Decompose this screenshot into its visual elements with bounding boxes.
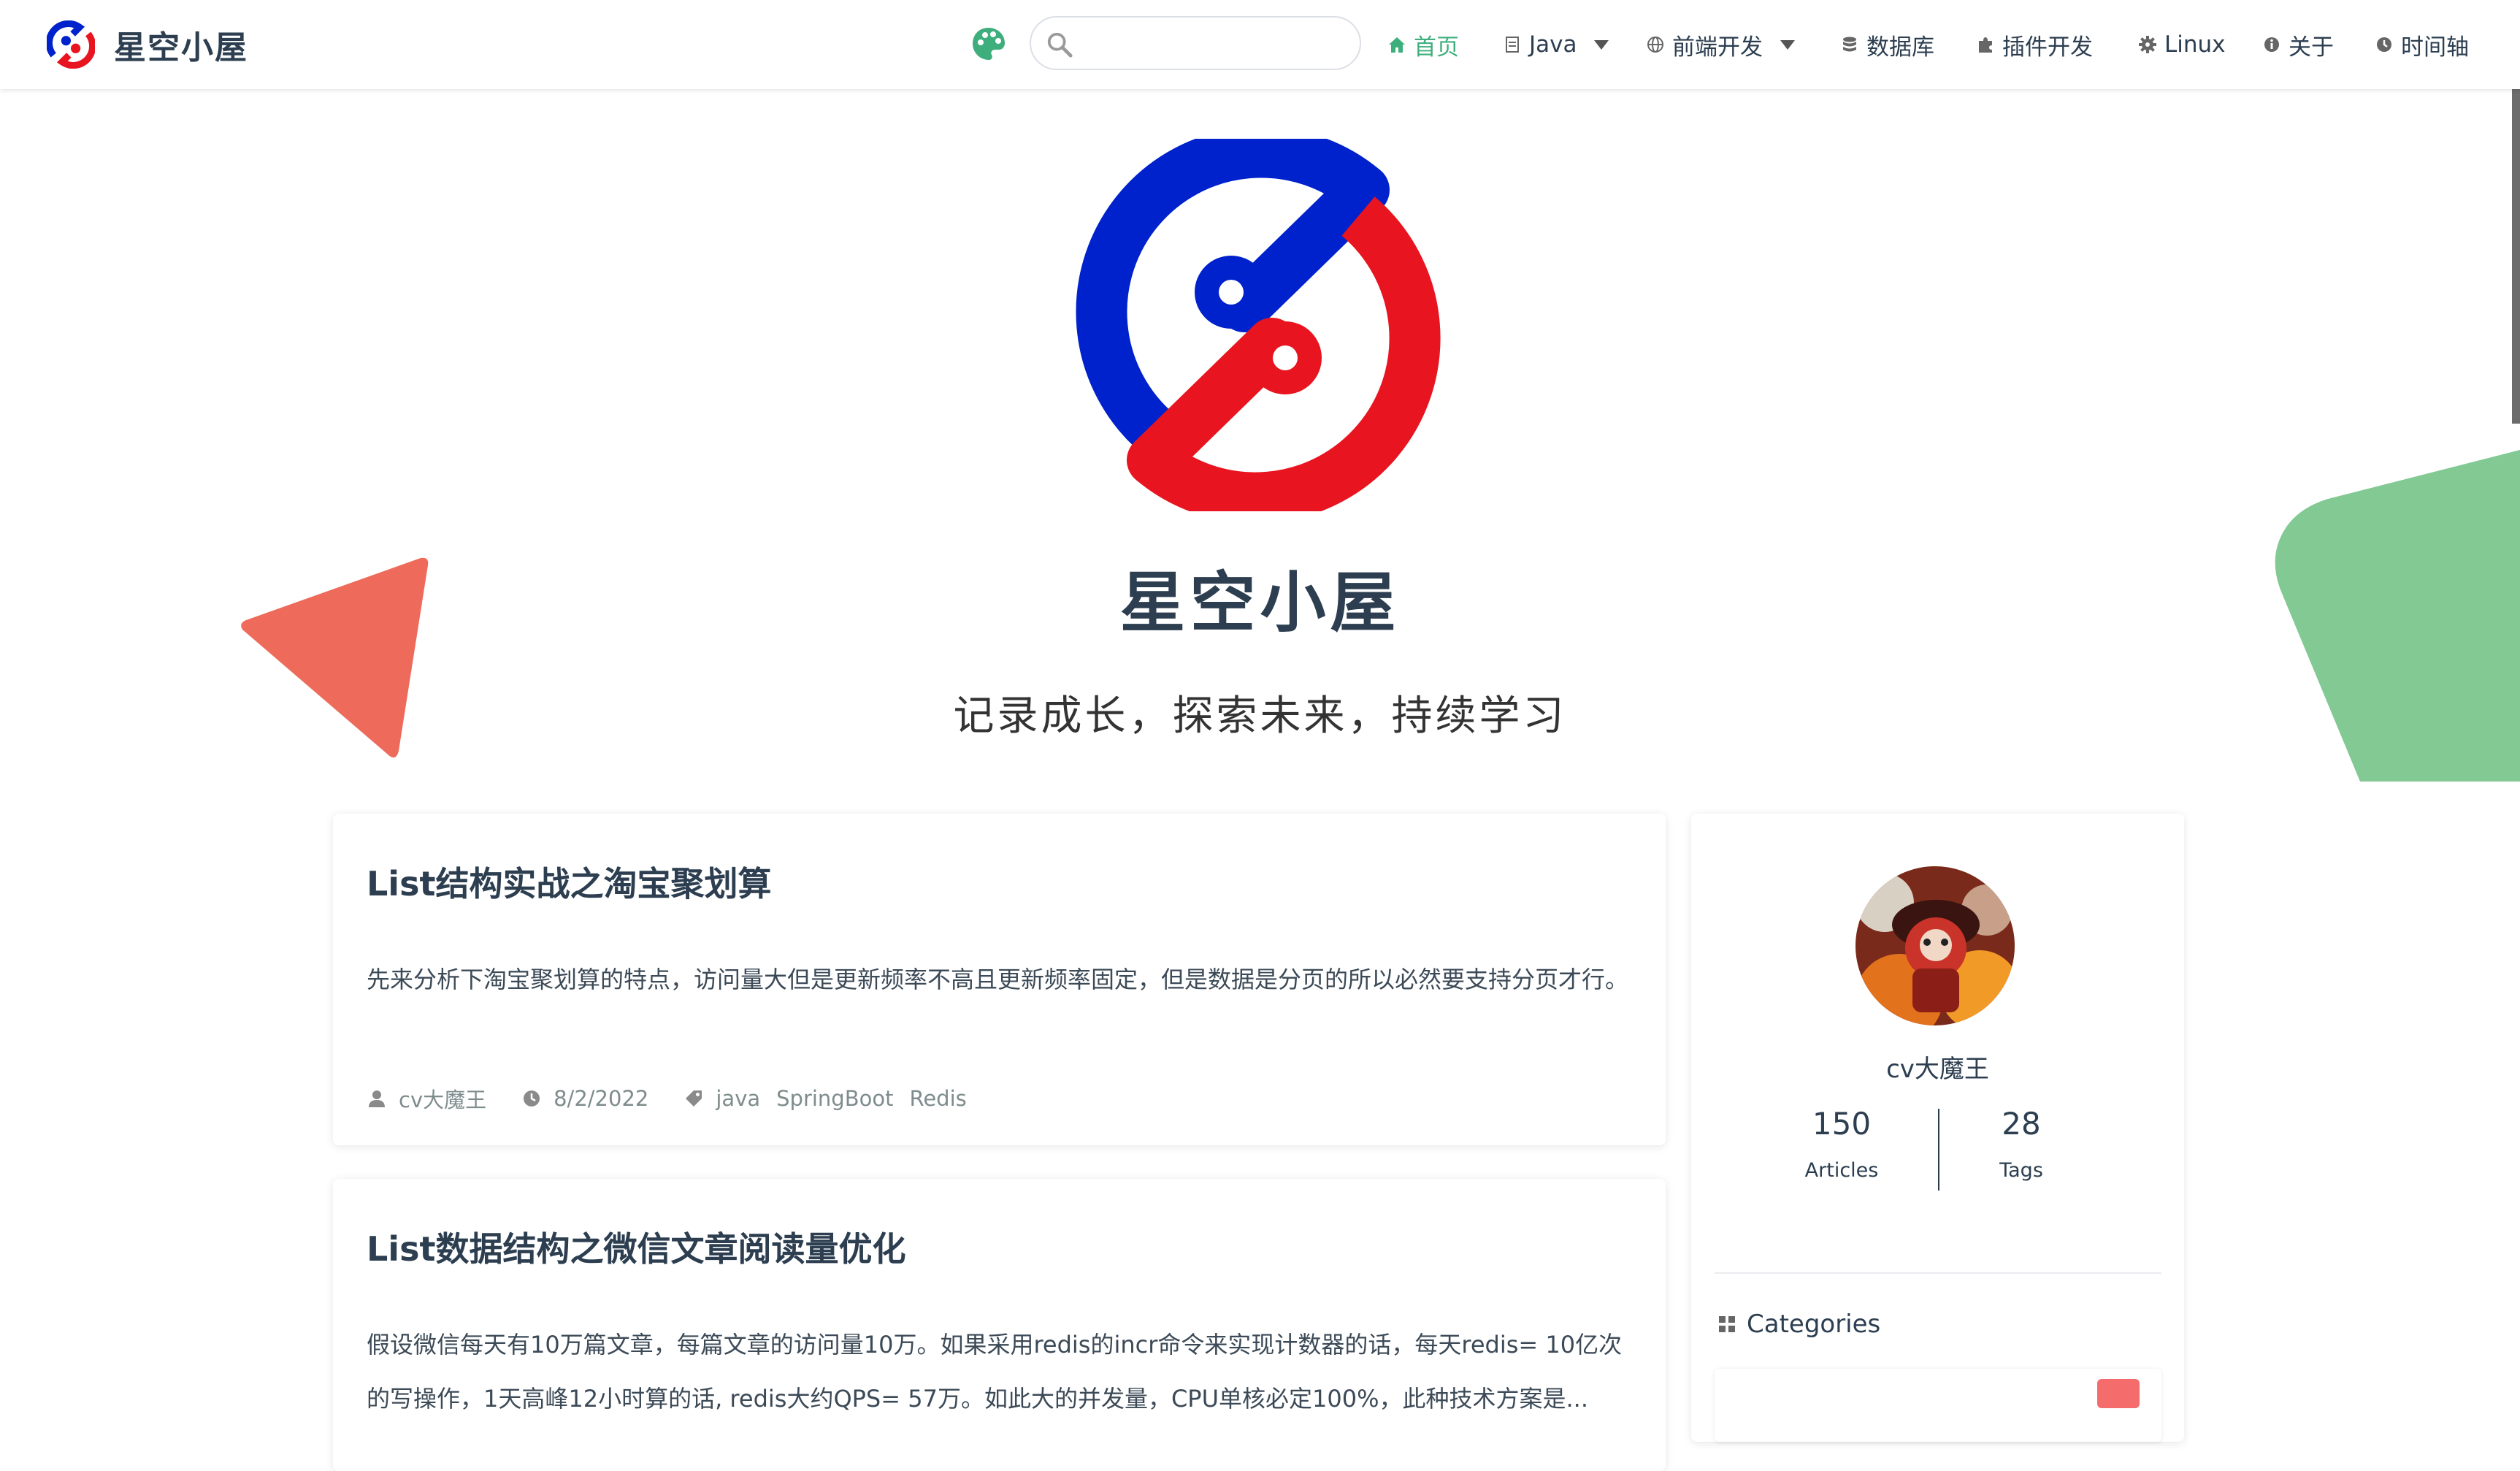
- clock-icon: [2377, 37, 2391, 52]
- nav-label: Linux: [2164, 31, 2226, 58]
- decorative-triangle: [241, 557, 429, 758]
- brand-link[interactable]: 星空小屋: [47, 20, 248, 69]
- categories-title: Categories: [1747, 1310, 1881, 1339]
- stat-number: 28: [2002, 1106, 2041, 1142]
- search-box[interactable]: [1030, 16, 1361, 70]
- stat-articles[interactable]: 150 Articles: [1769, 1106, 1915, 1182]
- clock-icon: [524, 1090, 540, 1107]
- search-icon: [1047, 32, 1073, 58]
- grid-icon: [1719, 1316, 1735, 1332]
- hero-logo-icon: [1076, 139, 1441, 511]
- chevron-down-icon: [1780, 39, 1795, 50]
- home-icon: [1389, 37, 1405, 53]
- search-input[interactable]: [1087, 26, 1345, 61]
- post-author: cv大魔王: [399, 1088, 487, 1112]
- puzzle-icon: [1979, 37, 1992, 53]
- nav-frontend[interactable]: 前端开发: [1646, 26, 1795, 63]
- post-excerpt: 先来分析下淘宝聚划算的特点，访问量大但是更新频率不高且更新频率固定，但是数据是分…: [367, 966, 1629, 993]
- avatar[interactable]: [1855, 866, 2015, 1025]
- site-title: 星空小屋: [114, 29, 248, 66]
- gear-icon: [2139, 36, 2156, 53]
- site-logo-icon: [47, 20, 95, 69]
- nav-home[interactable]: 首页: [1387, 26, 1459, 63]
- post-title[interactable]: List数据结构之微信文章阅读量优化: [367, 1223, 905, 1271]
- post-meta: cv大魔王 8/2/2022 java SpringBoot Redis: [367, 1084, 1018, 1113]
- nav-timeline[interactable]: 时间轴: [2375, 26, 2469, 63]
- globe-icon: [1647, 37, 1663, 53]
- nav-label: 前端开发: [1672, 34, 1763, 61]
- nav-label: 首页: [1414, 34, 1459, 61]
- category-count-badge: [2097, 1379, 2140, 1408]
- nav-java[interactable]: Java: [1503, 26, 1609, 63]
- author-card: cv大魔王 150 Articles 28 Tags Categories: [1691, 814, 2184, 1442]
- author-name: cv大魔王: [1886, 1055, 1989, 1084]
- nav-database[interactable]: 数据库: [1840, 26, 1934, 63]
- categories-heading: Categories: [1717, 1307, 1880, 1341]
- nav-label: 时间轴: [2401, 34, 2469, 61]
- nav-label: Java: [1529, 31, 1577, 58]
- post-tag[interactable]: SpringBoot: [776, 1086, 893, 1111]
- post-date: 8/2/2022: [554, 1086, 649, 1111]
- stat-label: Tags: [1999, 1159, 2043, 1182]
- stat-number: 150: [1812, 1106, 1872, 1142]
- nav-plugin[interactable]: 插件开发: [1976, 26, 2093, 63]
- post-card[interactable]: List数据结构之微信文章阅读量优化 假设微信每天有10万篇文章，每篇文章的访问…: [333, 1179, 1666, 1471]
- stat-tags[interactable]: 28 Tags: [1948, 1106, 2094, 1182]
- divider: [1938, 1109, 1939, 1191]
- nav-label: 关于: [2289, 34, 2334, 61]
- tag-icon: [686, 1090, 702, 1107]
- post-tag[interactable]: java: [716, 1086, 760, 1111]
- palette-icon[interactable]: [970, 25, 1008, 63]
- post-tag[interactable]: Redis: [909, 1086, 966, 1111]
- navbar: 星空小屋 首页 Java 前端开发 数据库 插件开发 Linux 关于 时间轴: [0, 0, 2520, 89]
- post-title[interactable]: List结构实战之淘宝聚划算: [367, 857, 771, 906]
- nav-label: 插件开发: [2002, 34, 2093, 61]
- database-icon: [1843, 37, 1856, 52]
- file-icon: [1506, 37, 1519, 53]
- nav-linux[interactable]: Linux: [2138, 26, 2226, 63]
- nav-label: 数据库: [1866, 34, 1934, 61]
- stat-label: Articles: [1804, 1159, 1879, 1182]
- category-item[interactable]: [1715, 1369, 2161, 1442]
- chevron-down-icon: [1594, 39, 1609, 50]
- decorative-shape: [2275, 450, 2520, 782]
- post-card[interactable]: List结构实战之淘宝聚划算 先来分析下淘宝聚划算的特点，访问量大但是更新频率不…: [333, 814, 1666, 1145]
- divider: [1715, 1272, 2161, 1274]
- nav-about[interactable]: 关于: [2262, 26, 2334, 63]
- info-icon: [2264, 37, 2279, 52]
- user-icon: [369, 1090, 385, 1107]
- post-excerpt: 假设微信每天有10万篇文章，每篇文章的访问量10万。如果采用redis的incr…: [367, 1331, 1623, 1413]
